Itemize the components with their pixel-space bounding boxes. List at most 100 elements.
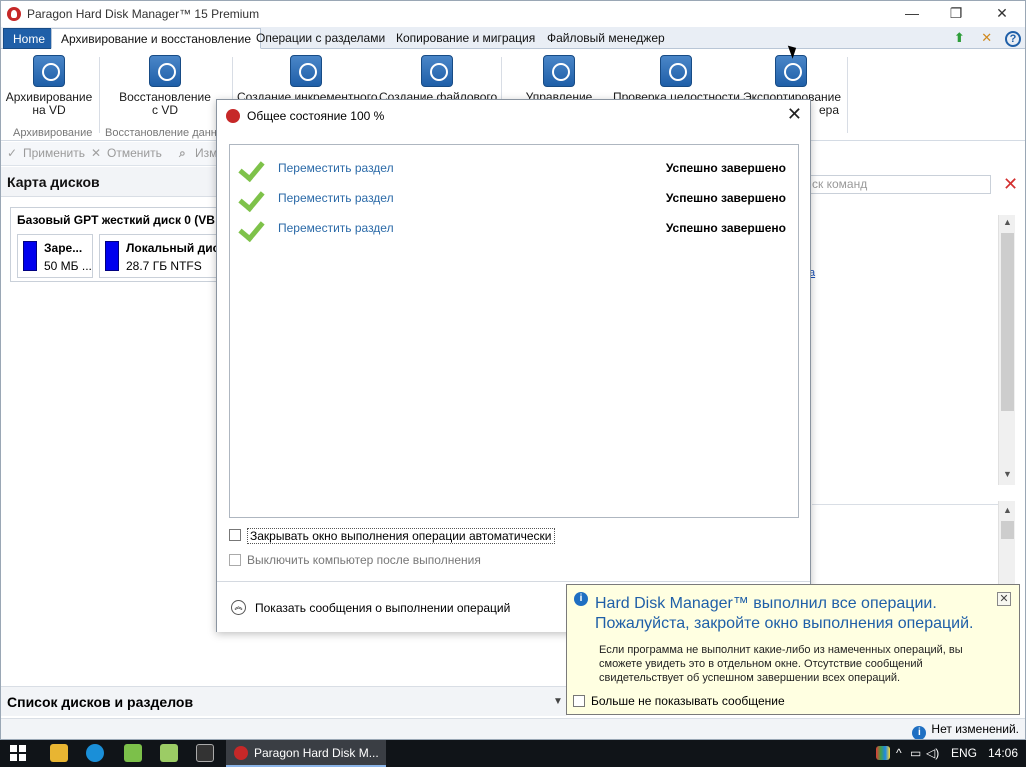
clear-search-icon[interactable]: ✕ xyxy=(1003,174,1018,195)
backup-to-vd-button[interactable]: Архивирование на VD xyxy=(5,55,93,117)
status-message: i Нет изменений. xyxy=(912,722,1019,739)
partition-reserved[interactable]: Заре... 50 МБ ... xyxy=(17,234,93,278)
chevron-up-icon[interactable]: ︽ xyxy=(231,600,246,615)
backup-to-vd-label: Архивирование на VD xyxy=(5,90,93,117)
partition-size: 50 МБ ... xyxy=(44,259,92,273)
apply-button[interactable]: ✓ Применить xyxy=(7,146,85,160)
chevron-down-icon[interactable]: ▼ xyxy=(549,687,567,717)
operation-name: Переместить раздел xyxy=(278,161,394,175)
restore-from-vd-button[interactable]: Восстановление с VD xyxy=(119,55,211,117)
status-bar: i Нет изменений. xyxy=(1,718,1025,739)
list-item[interactable]: Переместить раздел Успешно завершено xyxy=(230,213,798,243)
title-bar: Paragon Hard Disk Manager™ 15 Premium — … xyxy=(1,1,1025,27)
manage-button[interactable]: Управление xyxy=(509,55,609,104)
undo-button[interactable]: ✕ Отменить xyxy=(91,146,162,160)
tab-copy-migration[interactable]: Копирование и миграция xyxy=(387,28,544,49)
disk-list-title: Список дисков и разделов xyxy=(7,694,194,710)
check-icon xyxy=(240,155,266,179)
operations-list: Переместить раздел Успешно завершено Пер… xyxy=(229,144,799,518)
chevron-up-icon[interactable]: ^ xyxy=(896,746,902,760)
close-window-button[interactable]: ✕ xyxy=(979,1,1025,27)
integrity-check-button[interactable]: Проверка целостности xyxy=(613,55,740,104)
partition-usage-bar xyxy=(105,241,119,271)
change-label: Изм xyxy=(195,146,218,160)
change-button[interactable]: ⌕ Изм xyxy=(179,146,217,161)
create-file-button[interactable]: Создание файлового xyxy=(379,55,497,104)
create-incremental-button[interactable]: Создание инкрементного xyxy=(237,55,378,104)
scroll-thumb[interactable] xyxy=(1001,521,1014,539)
scroll-thumb[interactable] xyxy=(1001,233,1014,411)
info-icon: i xyxy=(912,726,927,739)
scroll-down-icon[interactable]: ▼ xyxy=(999,469,1016,479)
dont-show-checkbox[interactable] xyxy=(573,695,585,707)
progress-dialog: Общее состояние 100 % ✕ Переместить разд… xyxy=(216,99,811,632)
tab-backup-restore[interactable]: Архивирование и восстановление xyxy=(51,28,261,49)
operation-name: Переместить раздел xyxy=(278,191,394,205)
partition-local[interactable]: Локальный дис 28.7 ГБ NTFS xyxy=(99,234,219,278)
disk-map-header: Карта дисков xyxy=(1,167,231,197)
notes-app-icon[interactable] xyxy=(124,744,142,762)
list-item[interactable]: Переместить раздел Успешно завершено xyxy=(230,153,798,183)
commands-scrollbar[interactable]: ▲ ▼ xyxy=(998,215,1015,485)
taskbar-app-button[interactable]: Paragon Hard Disk M... xyxy=(226,740,386,767)
paragon-logo-icon xyxy=(234,746,248,760)
check-icon xyxy=(240,215,266,239)
file-backup-icon xyxy=(421,55,453,87)
ribbon-group-label: Архивирование xyxy=(13,127,93,139)
notification-close-button[interactable]: ✕ xyxy=(997,592,1011,606)
shutdown-checkbox[interactable] xyxy=(229,554,241,566)
operation-status: Успешно завершено xyxy=(665,221,786,235)
pinned-app-icon[interactable] xyxy=(86,744,104,762)
clock[interactable]: 14:06 xyxy=(988,746,1018,760)
tab-partition-operations[interactable]: Операции с разделами xyxy=(247,28,394,49)
apply-label: Применить xyxy=(23,146,86,160)
ribbon-group-label: Восстановление данн xyxy=(105,127,217,139)
operation-status: Успешно завершено xyxy=(665,161,786,175)
notepad-icon[interactable] xyxy=(160,744,178,762)
ribbon-separator xyxy=(99,57,100,133)
network-icon[interactable]: ▭ xyxy=(910,746,921,760)
volume-icon[interactable]: ◁) xyxy=(926,746,939,760)
auto-close-label[interactable]: Закрывать окно выполнения операции автом… xyxy=(247,528,555,544)
file-explorer-icon[interactable] xyxy=(50,744,68,762)
windows-start-icon[interactable] xyxy=(10,745,26,761)
list-item[interactable]: Переместить раздел Успешно завершено xyxy=(230,183,798,213)
check-icon xyxy=(240,185,266,209)
restore-from-vd-label: Восстановление с VD xyxy=(119,90,211,117)
scroll-up-icon[interactable]: ▲ xyxy=(999,217,1016,227)
command-prompt-icon[interactable] xyxy=(196,744,214,762)
command-search-input[interactable]: ск команд xyxy=(809,175,991,194)
shutdown-label[interactable]: Выключить компьютер после выполнения xyxy=(247,553,481,567)
window-title: Paragon Hard Disk Manager™ 15 Premium xyxy=(27,7,260,21)
x-icon: ✕ xyxy=(91,146,102,160)
operation-status: Успешно завершено xyxy=(665,191,786,205)
scroll-up-icon[interactable]: ▲ xyxy=(999,505,1016,515)
minimize-button[interactable]: — xyxy=(889,1,935,27)
manage-icon xyxy=(543,55,575,87)
completion-notification: i Hard Disk Manager™ выполнил все операц… xyxy=(566,584,1020,715)
upgrade-arrow-icon[interactable]: ⬆ xyxy=(950,29,968,47)
taskbar: Paragon Hard Disk M... ^ ▭ ◁) ENG 14:06 xyxy=(0,740,1026,767)
show-messages-label[interactable]: Показать сообщения о выполнении операций xyxy=(255,601,510,615)
auto-close-checkbox[interactable] xyxy=(229,529,241,541)
ribbon-separator xyxy=(847,57,848,133)
language-indicator[interactable]: ENG xyxy=(951,746,977,760)
integrity-check-icon xyxy=(660,55,692,87)
tools-icon[interactable]: ✕ xyxy=(978,29,996,47)
restore-button[interactable]: ❐ xyxy=(933,1,979,27)
check-icon: ✓ xyxy=(7,146,18,160)
help-icon[interactable]: ? xyxy=(1005,31,1021,47)
tab-file-manager[interactable]: Файловый менеджер xyxy=(538,28,674,49)
vd-backup-icon xyxy=(33,55,65,87)
notification-body: Если программа не выполнит какие-либо из… xyxy=(599,644,963,684)
vd-restore-icon xyxy=(149,55,181,87)
color-app-tray-icon[interactable] xyxy=(876,746,890,760)
operations-toolbar: ✓ Применить ✕ Отменить ⌕ Изм xyxy=(1,142,231,166)
partition-size: 28.7 ГБ NTFS xyxy=(126,259,202,273)
dont-show-label[interactable]: Больше не показывать сообщение xyxy=(591,694,785,708)
dialog-close-button[interactable]: ✕ xyxy=(787,104,802,125)
disk-card[interactable]: Базовый GPT жесткий диск 0 (VB Заре... 5… xyxy=(10,207,219,282)
notification-heading: Hard Disk Manager™ выполнил все операции… xyxy=(595,595,974,632)
tab-home[interactable]: Home xyxy=(3,28,56,49)
magnifier-icon: ⌕ xyxy=(179,146,186,160)
